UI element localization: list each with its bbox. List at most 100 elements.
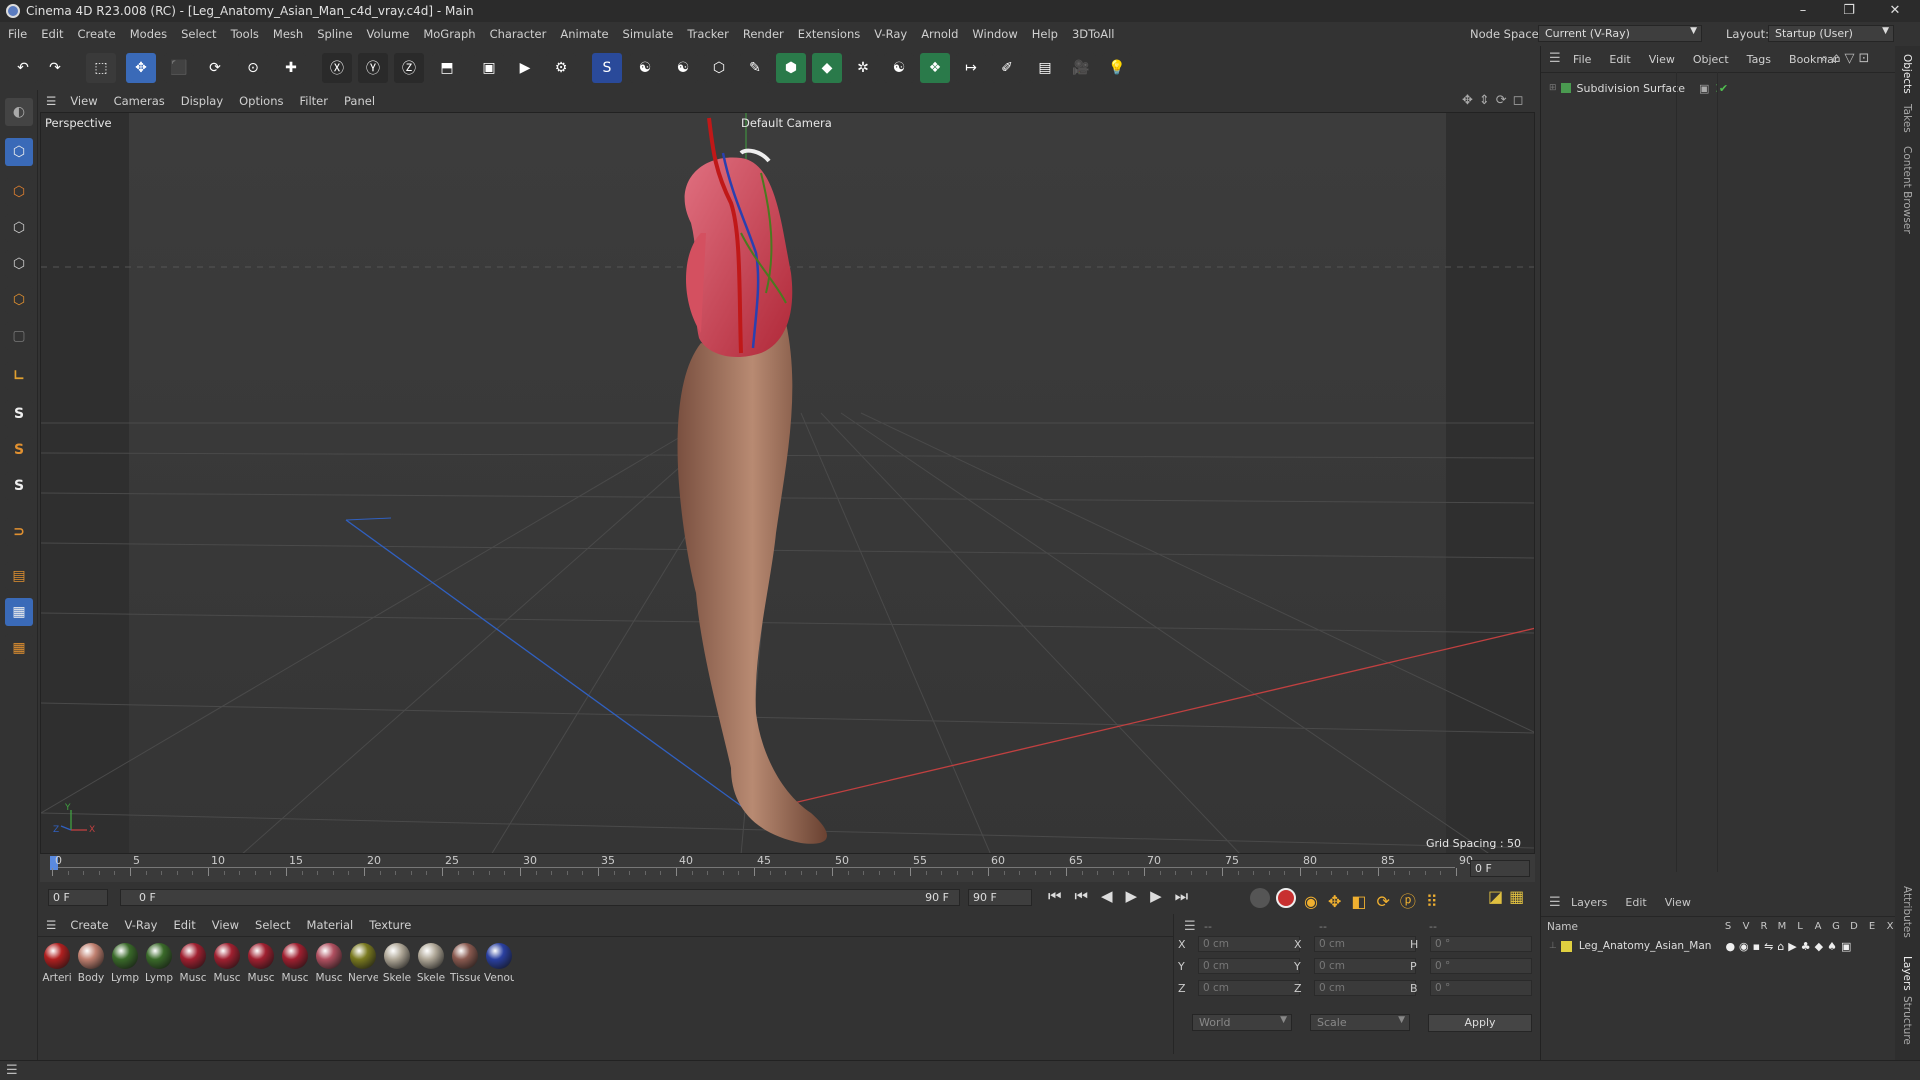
z-axis-lock-icon[interactable]: Ⓩ — [394, 53, 424, 83]
object-menu-view[interactable]: View — [1649, 53, 1675, 66]
menu-vray[interactable]: V-Ray — [874, 27, 907, 41]
object-row[interactable]: ⊞ Subdivision Surface ▣ ⁚✔ — [1549, 79, 1889, 97]
material-item[interactable]: Body — [76, 943, 106, 984]
spline-pen-icon[interactable]: ✐ — [992, 53, 1022, 83]
polygons-mode-icon[interactable]: ⬡ — [5, 286, 33, 314]
light-icon[interactable]: 💡 — [1102, 53, 1132, 83]
mograph-icon[interactable]: ✲ — [848, 53, 878, 83]
layer-row[interactable]: ⊥ Leg_Anatomy_Asian_Man ●◉▪⇋⌂▶♣◆♠▣ — [1549, 937, 1889, 955]
axis-mode-icon[interactable]: ∟ — [5, 362, 33, 390]
material-item[interactable]: Skele — [382, 943, 412, 984]
coord-field-z[interactable]: 0 cm — [1198, 980, 1300, 996]
measure-icon[interactable]: ↦ — [956, 53, 986, 83]
grid-snap-icon[interactable]: ▦ — [5, 598, 33, 626]
layout-select[interactable]: Startup (User) ▼ — [1768, 25, 1894, 42]
menu-volume[interactable]: Volume — [367, 27, 410, 41]
object-menu-edit[interactable]: Edit — [1609, 53, 1630, 66]
menu-edit[interactable]: Edit — [41, 27, 63, 41]
menu-mesh[interactable]: Mesh — [273, 27, 303, 41]
material-item[interactable]: Lymp — [110, 943, 140, 984]
menu-modes[interactable]: Modes — [130, 27, 167, 41]
snap-s3-icon[interactable]: S — [5, 472, 33, 500]
close-button[interactable]: ✕ — [1872, 0, 1918, 22]
side-tab-objects[interactable]: Objects — [1901, 54, 1913, 94]
layer-col-m[interactable]: M — [1773, 921, 1791, 932]
material-menu-view[interactable]: View — [212, 918, 239, 932]
y-axis-lock-icon[interactable]: Ⓨ — [358, 53, 388, 83]
side-tab-content-browser[interactable]: Content Browser — [1901, 146, 1913, 234]
layer-name[interactable]: Leg_Anatomy_Asian_Man — [1579, 940, 1712, 952]
layer-color-swatch[interactable] — [1560, 940, 1572, 952]
snap-s1-icon[interactable]: S — [5, 400, 33, 428]
undo-icon[interactable]: ↶ — [8, 53, 38, 83]
menu-character[interactable]: Character — [490, 27, 547, 41]
menu-file[interactable]: File — [8, 27, 27, 41]
timeline-layout-icons[interactable]: ◪▦ — [1488, 887, 1533, 906]
render-picture-viewer-icon[interactable]: ▶ — [510, 53, 540, 83]
restore-button[interactable]: ❐ — [1826, 0, 1872, 22]
field-icon[interactable]: ❖ — [920, 53, 950, 83]
cube-icon[interactable]: ⬡ — [704, 53, 734, 83]
layer-col-s[interactable]: S — [1719, 921, 1737, 932]
pen-icon[interactable]: ✎ — [740, 53, 770, 83]
deformer-icon[interactable]: ☯ — [884, 53, 914, 83]
menu-window[interactable]: Window — [972, 27, 1017, 41]
snap-s2-icon[interactable]: S — [5, 436, 33, 464]
select-icon[interactable]: ⊙ — [238, 53, 268, 83]
make-editable-icon[interactable]: ◐ — [5, 98, 33, 126]
menu-icon[interactable]: ☰ — [46, 918, 56, 932]
menu-help[interactable]: Help — [1032, 27, 1058, 41]
material-menu-edit[interactable]: Edit — [173, 918, 195, 932]
uv-mode-icon[interactable]: ▢ — [5, 322, 33, 350]
menu-animate[interactable]: Animate — [560, 27, 608, 41]
layer-toggle-icons[interactable]: ●◉▪⇋⌂▶♣◆♠▣ — [1725, 940, 1855, 953]
current-frame-field[interactable]: 0 F — [1470, 860, 1530, 877]
material-item[interactable]: Venou — [484, 943, 514, 984]
material-item[interactable]: Tissue — [450, 943, 480, 984]
menu-3dtoall[interactable]: 3DToAll — [1072, 27, 1115, 41]
camera-icon[interactable]: 🎥 — [1066, 53, 1096, 83]
edges-mode-icon[interactable]: ⬡ — [5, 250, 33, 278]
material-item[interactable]: Musc — [178, 943, 208, 984]
layer-col-d[interactable]: D — [1845, 921, 1863, 932]
redo-icon[interactable]: ↷ — [40, 53, 70, 83]
coord-field-p[interactable]: 0 ° — [1430, 958, 1532, 974]
material-menu-create[interactable]: Create — [70, 918, 108, 932]
subdivision-icon[interactable]: ⬢ — [776, 53, 806, 83]
material-item[interactable]: Musc — [246, 943, 276, 984]
layer-col-r[interactable]: R — [1755, 921, 1773, 932]
autokey-icon[interactable] — [1276, 888, 1296, 908]
scale-icon[interactable]: ⬛ — [164, 53, 194, 83]
expand-icon[interactable]: ⊞ — [1549, 83, 1557, 93]
material-menu-select[interactable]: Select — [255, 918, 290, 932]
layer-menu-edit[interactable]: Edit — [1625, 896, 1646, 909]
menu-spline[interactable]: Spline — [317, 27, 352, 41]
menu-tracker[interactable]: Tracker — [687, 27, 729, 41]
side-tab-takes[interactable]: Takes — [1901, 104, 1913, 133]
object-name[interactable]: Subdivision Surface — [1577, 82, 1685, 95]
move-icon[interactable]: ✥ — [126, 53, 156, 83]
object-menu-file[interactable]: File — [1573, 53, 1591, 66]
layer-col-e[interactable]: E — [1863, 921, 1881, 932]
edit-tag-icon[interactable]: ▣ — [1699, 82, 1709, 95]
coord-field-y[interactable]: 0 cm — [1314, 958, 1416, 974]
record-icon[interactable] — [1250, 888, 1270, 908]
points-mode-icon[interactable]: ⬡ — [5, 214, 33, 242]
coord-mode-select[interactable]: Scale ▼ — [1310, 1014, 1410, 1031]
x-axis-lock-icon[interactable]: Ⓧ — [322, 53, 352, 83]
coord-system-select[interactable]: World ▼ — [1192, 1014, 1292, 1031]
coord-field-b[interactable]: 0 ° — [1430, 980, 1532, 996]
viewport-menu-view[interactable]: View — [70, 94, 97, 108]
live-selection-icon[interactable]: ⬚ — [86, 53, 116, 83]
start-frame-field[interactable]: 0 F — [48, 889, 108, 906]
material-item[interactable]: Nerve — [348, 943, 378, 984]
viewport-perspective[interactable]: Perspective Default Camera Grid Spacing … — [40, 112, 1535, 854]
add-icon[interactable]: ✚ — [276, 53, 306, 83]
material-item[interactable]: Skele — [416, 943, 446, 984]
coord-field-y[interactable]: 0 cm — [1198, 958, 1300, 974]
menu-tools[interactable]: Tools — [231, 27, 259, 41]
menu-mograph[interactable]: MoGraph — [423, 27, 475, 41]
material-item[interactable]: Musc — [314, 943, 344, 984]
coord-system-icon[interactable]: ⬒ — [432, 53, 462, 83]
menu-icon[interactable]: ☰ — [46, 94, 56, 108]
